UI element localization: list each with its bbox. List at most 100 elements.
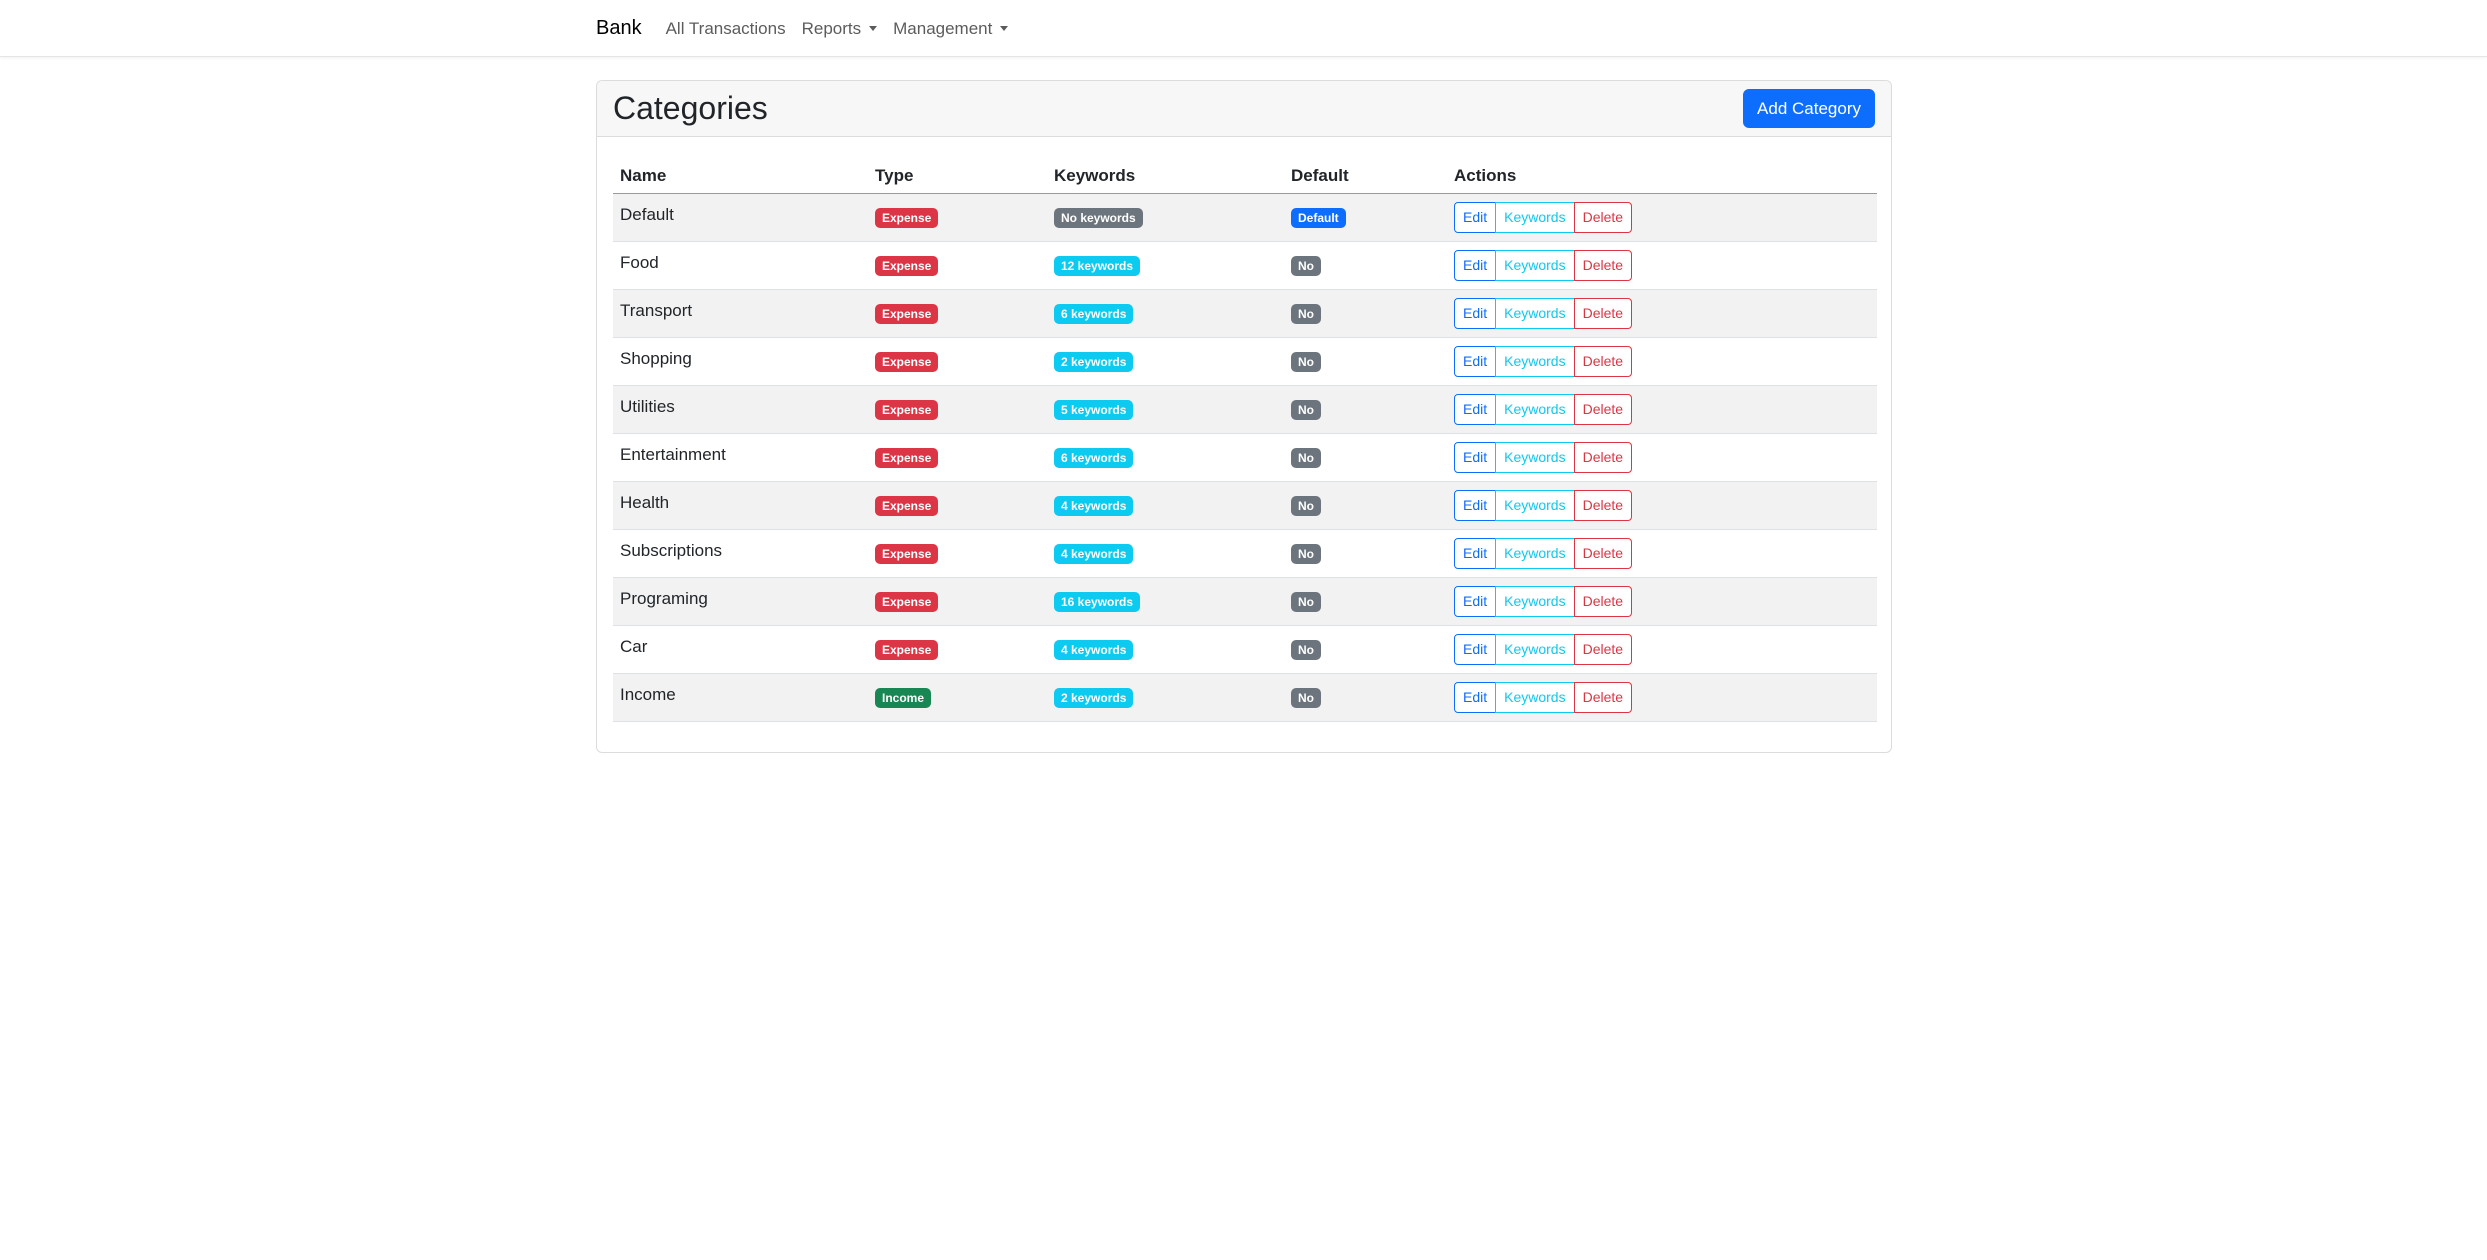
default-cell: No — [1284, 289, 1447, 338]
edit-button[interactable]: Edit — [1454, 441, 1497, 473]
keywords-button[interactable]: Keywords — [1495, 441, 1575, 473]
type-cell: Expense — [868, 337, 1047, 386]
keywords-cell: 2 keywords — [1047, 337, 1284, 386]
type-badge: Income — [875, 687, 932, 708]
default-badge: Default — [1291, 207, 1346, 228]
keywords-button[interactable]: Keywords — [1495, 249, 1575, 281]
keywords-button[interactable]: Keywords — [1495, 537, 1575, 569]
category-name: Shopping — [613, 337, 868, 386]
keywords-badge: No keywords — [1054, 207, 1143, 228]
nav-management-dropdown[interactable]: Management — [893, 18, 1009, 39]
table-row: Default Expense No keywords Default Edit… — [613, 193, 1877, 242]
type-badge: Expense — [875, 351, 939, 372]
keywords-button[interactable]: Keywords — [1495, 633, 1575, 665]
row-actions: Edit Keywords Delete — [1454, 297, 1633, 329]
edit-button[interactable]: Edit — [1454, 537, 1497, 569]
keywords-badge: 4 keywords — [1054, 495, 1134, 516]
default-cell: No — [1284, 625, 1447, 674]
keywords-button[interactable]: Keywords — [1495, 297, 1575, 329]
default-cell: No — [1284, 577, 1447, 626]
keywords-cell: 16 keywords — [1047, 577, 1284, 626]
category-name: Income — [613, 673, 868, 722]
edit-button[interactable]: Edit — [1454, 633, 1497, 665]
delete-button[interactable]: Delete — [1573, 393, 1633, 425]
column-header-name: Name — [613, 153, 868, 194]
default-badge: No — [1291, 687, 1321, 708]
category-name: Utilities — [613, 385, 868, 434]
edit-button[interactable]: Edit — [1454, 297, 1497, 329]
edit-button[interactable]: Edit — [1454, 585, 1497, 617]
brand-link[interactable]: Bank — [596, 17, 642, 40]
keywords-button[interactable]: Keywords — [1495, 345, 1575, 377]
keywords-badge: 5 keywords — [1054, 399, 1134, 420]
delete-button[interactable]: Delete — [1573, 681, 1633, 713]
delete-button[interactable]: Delete — [1573, 489, 1633, 521]
default-cell: No — [1284, 529, 1447, 578]
keywords-cell: 6 keywords — [1047, 289, 1284, 338]
keywords-button[interactable]: Keywords — [1495, 201, 1575, 233]
nav-management-label: Management — [893, 18, 993, 38]
default-badge: No — [1291, 591, 1321, 612]
edit-button[interactable]: Edit — [1454, 681, 1497, 713]
keywords-badge: 6 keywords — [1054, 447, 1134, 468]
type-cell: Expense — [868, 241, 1047, 290]
keywords-button[interactable]: Keywords — [1495, 393, 1575, 425]
keywords-button[interactable]: Keywords — [1495, 585, 1575, 617]
type-cell: Income — [868, 673, 1047, 722]
column-header-type: Type — [868, 153, 1047, 194]
category-name: Health — [613, 481, 868, 530]
keywords-cell: 6 keywords — [1047, 433, 1284, 482]
edit-button[interactable]: Edit — [1454, 393, 1497, 425]
edit-button[interactable]: Edit — [1454, 201, 1497, 233]
nav-reports-dropdown[interactable]: Reports — [802, 19, 878, 39]
add-category-button[interactable]: Add Category — [1743, 89, 1875, 128]
type-cell: Expense — [868, 577, 1047, 626]
column-header-keywords: Keywords — [1047, 153, 1284, 194]
row-actions: Edit Keywords Delete — [1454, 345, 1633, 377]
delete-button[interactable]: Delete — [1573, 633, 1633, 665]
edit-button[interactable]: Edit — [1454, 489, 1497, 521]
keywords-button[interactable]: Keywords — [1495, 681, 1575, 713]
row-actions: Edit Keywords Delete — [1454, 489, 1633, 521]
table-row: Transport Expense 6 keywords No Edit Key… — [613, 289, 1877, 338]
edit-button[interactable]: Edit — [1454, 345, 1497, 377]
navbar-content: Bank All Transactions Reports Management — [596, 0, 1024, 57]
delete-button[interactable]: Delete — [1573, 537, 1633, 569]
type-badge: Expense — [875, 303, 939, 324]
default-badge: No — [1291, 303, 1321, 324]
row-actions: Edit Keywords Delete — [1454, 393, 1633, 425]
keywords-cell: 12 keywords — [1047, 241, 1284, 290]
delete-button[interactable]: Delete — [1573, 249, 1633, 281]
actions-cell: Edit Keywords Delete — [1447, 241, 1877, 290]
delete-button[interactable]: Delete — [1573, 585, 1633, 617]
type-cell: Expense — [868, 385, 1047, 434]
nav-all-transactions-label: All Transactions — [665, 18, 786, 38]
default-badge: No — [1291, 543, 1321, 564]
delete-button[interactable]: Delete — [1573, 345, 1633, 377]
column-header-actions: Actions — [1447, 153, 1877, 194]
actions-cell: Edit Keywords Delete — [1447, 673, 1877, 722]
delete-button[interactable]: Delete — [1573, 297, 1633, 329]
caret-down-icon — [869, 26, 878, 31]
actions-cell: Edit Keywords Delete — [1447, 481, 1877, 530]
edit-button[interactable]: Edit — [1454, 249, 1497, 281]
default-cell: No — [1284, 673, 1447, 722]
page-title: Categories — [613, 90, 768, 126]
row-actions: Edit Keywords Delete — [1454, 681, 1633, 713]
category-name: Programing — [613, 577, 868, 626]
nav-all-transactions[interactable]: All Transactions — [666, 19, 786, 39]
keywords-badge: 2 keywords — [1054, 687, 1134, 708]
actions-cell: Edit Keywords Delete — [1447, 385, 1877, 434]
actions-cell: Edit Keywords Delete — [1447, 625, 1877, 674]
default-badge: No — [1291, 255, 1321, 276]
nav-reports-label: Reports — [801, 18, 862, 38]
delete-button[interactable]: Delete — [1573, 441, 1633, 473]
row-actions: Edit Keywords Delete — [1454, 585, 1633, 617]
keywords-cell: 4 keywords — [1047, 529, 1284, 578]
row-actions: Edit Keywords Delete — [1454, 201, 1633, 233]
type-badge: Expense — [875, 591, 939, 612]
keywords-cell: No keywords — [1047, 193, 1284, 242]
keywords-button[interactable]: Keywords — [1495, 489, 1575, 521]
type-cell: Expense — [868, 433, 1047, 482]
delete-button[interactable]: Delete — [1573, 201, 1633, 233]
